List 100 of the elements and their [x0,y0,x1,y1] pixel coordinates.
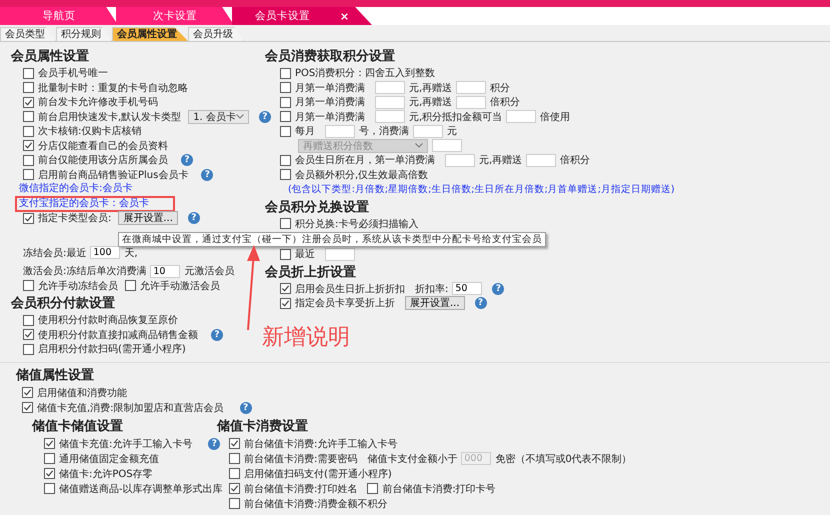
tab[interactable]: 会员卡设置 × [232,7,372,25]
checkbox[interactable] [229,453,240,464]
checkbox[interactable] [44,483,55,494]
section-title: 会员积分付款设置 [11,295,116,313]
checkbox[interactable] [125,280,136,292]
tab[interactable]: 次卡设置 [116,7,234,25]
checkbox[interactable] [229,498,240,509]
caret-icon [415,143,423,148]
dropdown[interactable]: 1. 会员卡 [188,110,249,124]
checkbox[interactable] [280,248,291,260]
checkbox[interactable] [229,438,240,449]
checkbox[interactable] [23,68,34,79]
checkbox[interactable] [23,280,34,292]
checkbox[interactable] [22,387,33,398]
checkbox[interactable] [229,468,240,479]
checkbox[interactable] [229,483,240,494]
input-field[interactable] [413,124,443,138]
checkbox[interactable] [23,314,34,326]
tab[interactable]: 会员升级 [188,27,244,41]
caret-icon [236,114,244,120]
input-field[interactable] [375,81,405,94]
field-label: 折扣率: [415,282,448,296]
option-label: 前台储值卡消费:允许手工输入卡号 [244,438,398,450]
checkbox[interactable] [280,126,291,137]
input-field[interactable] [375,96,405,109]
expand-settings-button[interactable]: 展开设置... [405,296,465,310]
field-label: 倍积分 [490,96,520,110]
checkbox[interactable] [44,468,55,479]
input-field[interactable] [456,81,486,94]
input-field[interactable] [526,154,556,167]
tab[interactable]: 导航页 [0,7,118,25]
option-label: 允许手动冻结会员 [38,280,118,293]
checkbox[interactable] [367,483,378,494]
help-icon[interactable]: ? [188,212,200,224]
option-label: 指定会员卡享受折上折 [295,296,395,310]
checkbox[interactable] [23,96,34,108]
option-label: 前台储值卡消费:打印卡号 [382,482,496,496]
help-icon[interactable]: ? [208,438,220,450]
option-label: 积分兑换:卡号必须扫描输入 [295,218,418,231]
option-label: 会员手机号唯一 [38,66,108,80]
checkbox[interactable] [280,68,291,79]
input-field[interactable] [325,124,355,138]
card-link[interactable]: 微信指定的会员卡:会员卡 [15,181,136,198]
section-title: 会员消费获取积分设置 [265,48,396,66]
field-label: 元 [447,125,457,138]
help-icon[interactable]: ? [201,168,214,181]
field-label: 倍使用 [540,110,570,124]
help-icon[interactable]: ? [492,282,504,295]
input-field[interactable] [325,248,355,261]
help-icon[interactable]: ? [258,110,271,123]
checkbox[interactable] [44,453,55,464]
input-field[interactable]: 50 [452,282,482,296]
input-field[interactable]: 10 [150,264,180,278]
checkbox[interactable] [280,82,291,94]
tab[interactable]: 积分规则 [56,27,112,41]
checkbox[interactable] [23,212,34,224]
option-label: 前台储值卡消费:需要密码 [244,452,358,466]
close-icon[interactable]: × [340,10,350,22]
checkbox[interactable] [44,438,55,449]
input-field[interactable] [456,96,486,109]
checkbox[interactable] [23,126,34,137]
option-label: 前台储值卡消费:消费金额不积分 [244,498,388,510]
input-field[interactable] [506,110,536,124]
section-title: 会员属性设置 [11,48,90,66]
expand-settings-button[interactable]: 展开设置... [118,211,178,226]
option-label: 通用储值固定金额充值 [59,452,159,466]
option-label: 前台仅能使用该分店所属会员 [38,154,168,168]
option-label: 前台发卡允许修改手机号码 [38,96,158,110]
option-label: 月第一单消费满 [295,110,365,124]
input-field[interactable]: 100 [90,246,120,260]
input-field[interactable] [375,110,405,124]
checkbox[interactable] [23,154,34,166]
checkbox[interactable] [280,283,291,294]
checkbox[interactable] [280,96,291,108]
checkbox[interactable] [23,344,34,355]
tab[interactable]: 会员属性设置 [112,27,188,41]
help-icon[interactable]: ? [474,297,487,310]
field-label: 免密（不填写或0代表不限制） [495,452,632,466]
field-label: 天, [124,246,138,260]
checkbox[interactable] [280,169,291,180]
help-icon[interactable]: ? [181,154,193,166]
checkbox[interactable] [23,169,34,180]
checkbox[interactable] [280,111,291,122]
option-label: 启用积分付款扫码(需开通小程序) [38,342,186,356]
checkbox[interactable] [280,298,291,309]
checkbox[interactable] [23,82,34,94]
checkbox[interactable] [23,329,34,340]
checkbox[interactable] [280,218,291,230]
checkbox[interactable] [22,402,33,413]
note-text: (包含以下类型:月倍数;星期倍数;生日倍数;生日所在月倍数;月首单赠送;月指定日期赠送) [287,182,675,196]
help-icon[interactable]: ? [211,328,223,341]
checkbox[interactable] [23,111,34,122]
section-title: 储值属性设置 [16,367,95,385]
checkbox[interactable] [280,154,291,166]
tab[interactable]: 会员类型 [0,27,56,41]
input-field[interactable] [445,154,475,167]
checkbox[interactable] [23,140,34,152]
section-title: 储值卡消费设置 [217,418,309,436]
input-field[interactable] [432,139,462,152]
help-icon[interactable]: ? [240,402,252,414]
